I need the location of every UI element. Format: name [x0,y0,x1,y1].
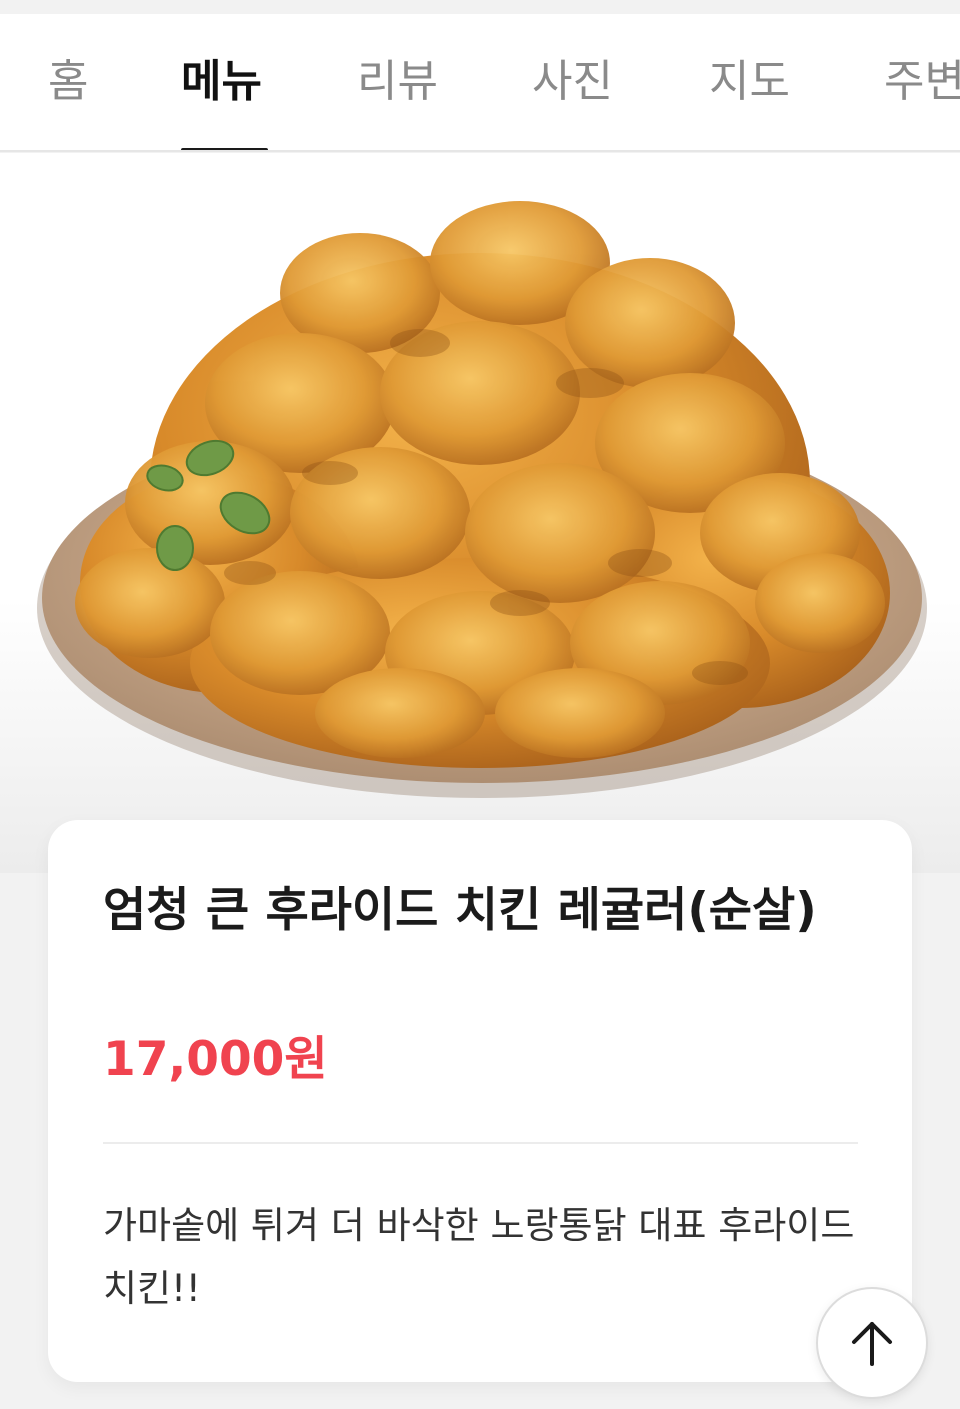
tab-bar: 홈 메뉴 리뷰 사진 지도 주변 [0,14,960,152]
tab-photos[interactable]: 사진 [532,56,613,108]
tab-nearby[interactable]: 주변 [884,56,960,108]
tab-menu[interactable]: 메뉴 [181,56,262,108]
active-tab-indicator [181,148,268,150]
fried-chicken-image [37,201,927,798]
tab-home[interactable]: 홈 [48,56,88,108]
menu-description: 가마솥에 튀겨 더 바삭한 노랑통닭 대표 후라이드 치킨!! [103,1204,855,1310]
tab-reviews[interactable]: 리뷰 [357,56,438,108]
tab-map[interactable]: 지도 [709,56,790,108]
scroll-to-top-button[interactable] [816,1287,928,1399]
menu-name: 엄청 큰 후라이드 치킨 레귤러(순살) [103,883,817,938]
divider [103,1142,858,1144]
menu-photo [0,153,960,873]
menu-price: 17,000원 [103,1032,328,1087]
status-strip [0,0,960,14]
arrow-up-icon [852,1322,892,1366]
menu-info-card: 엄청 큰 후라이드 치킨 레귤러(순살) 17,000원 가마솥에 튀겨 더 바… [48,820,912,1382]
